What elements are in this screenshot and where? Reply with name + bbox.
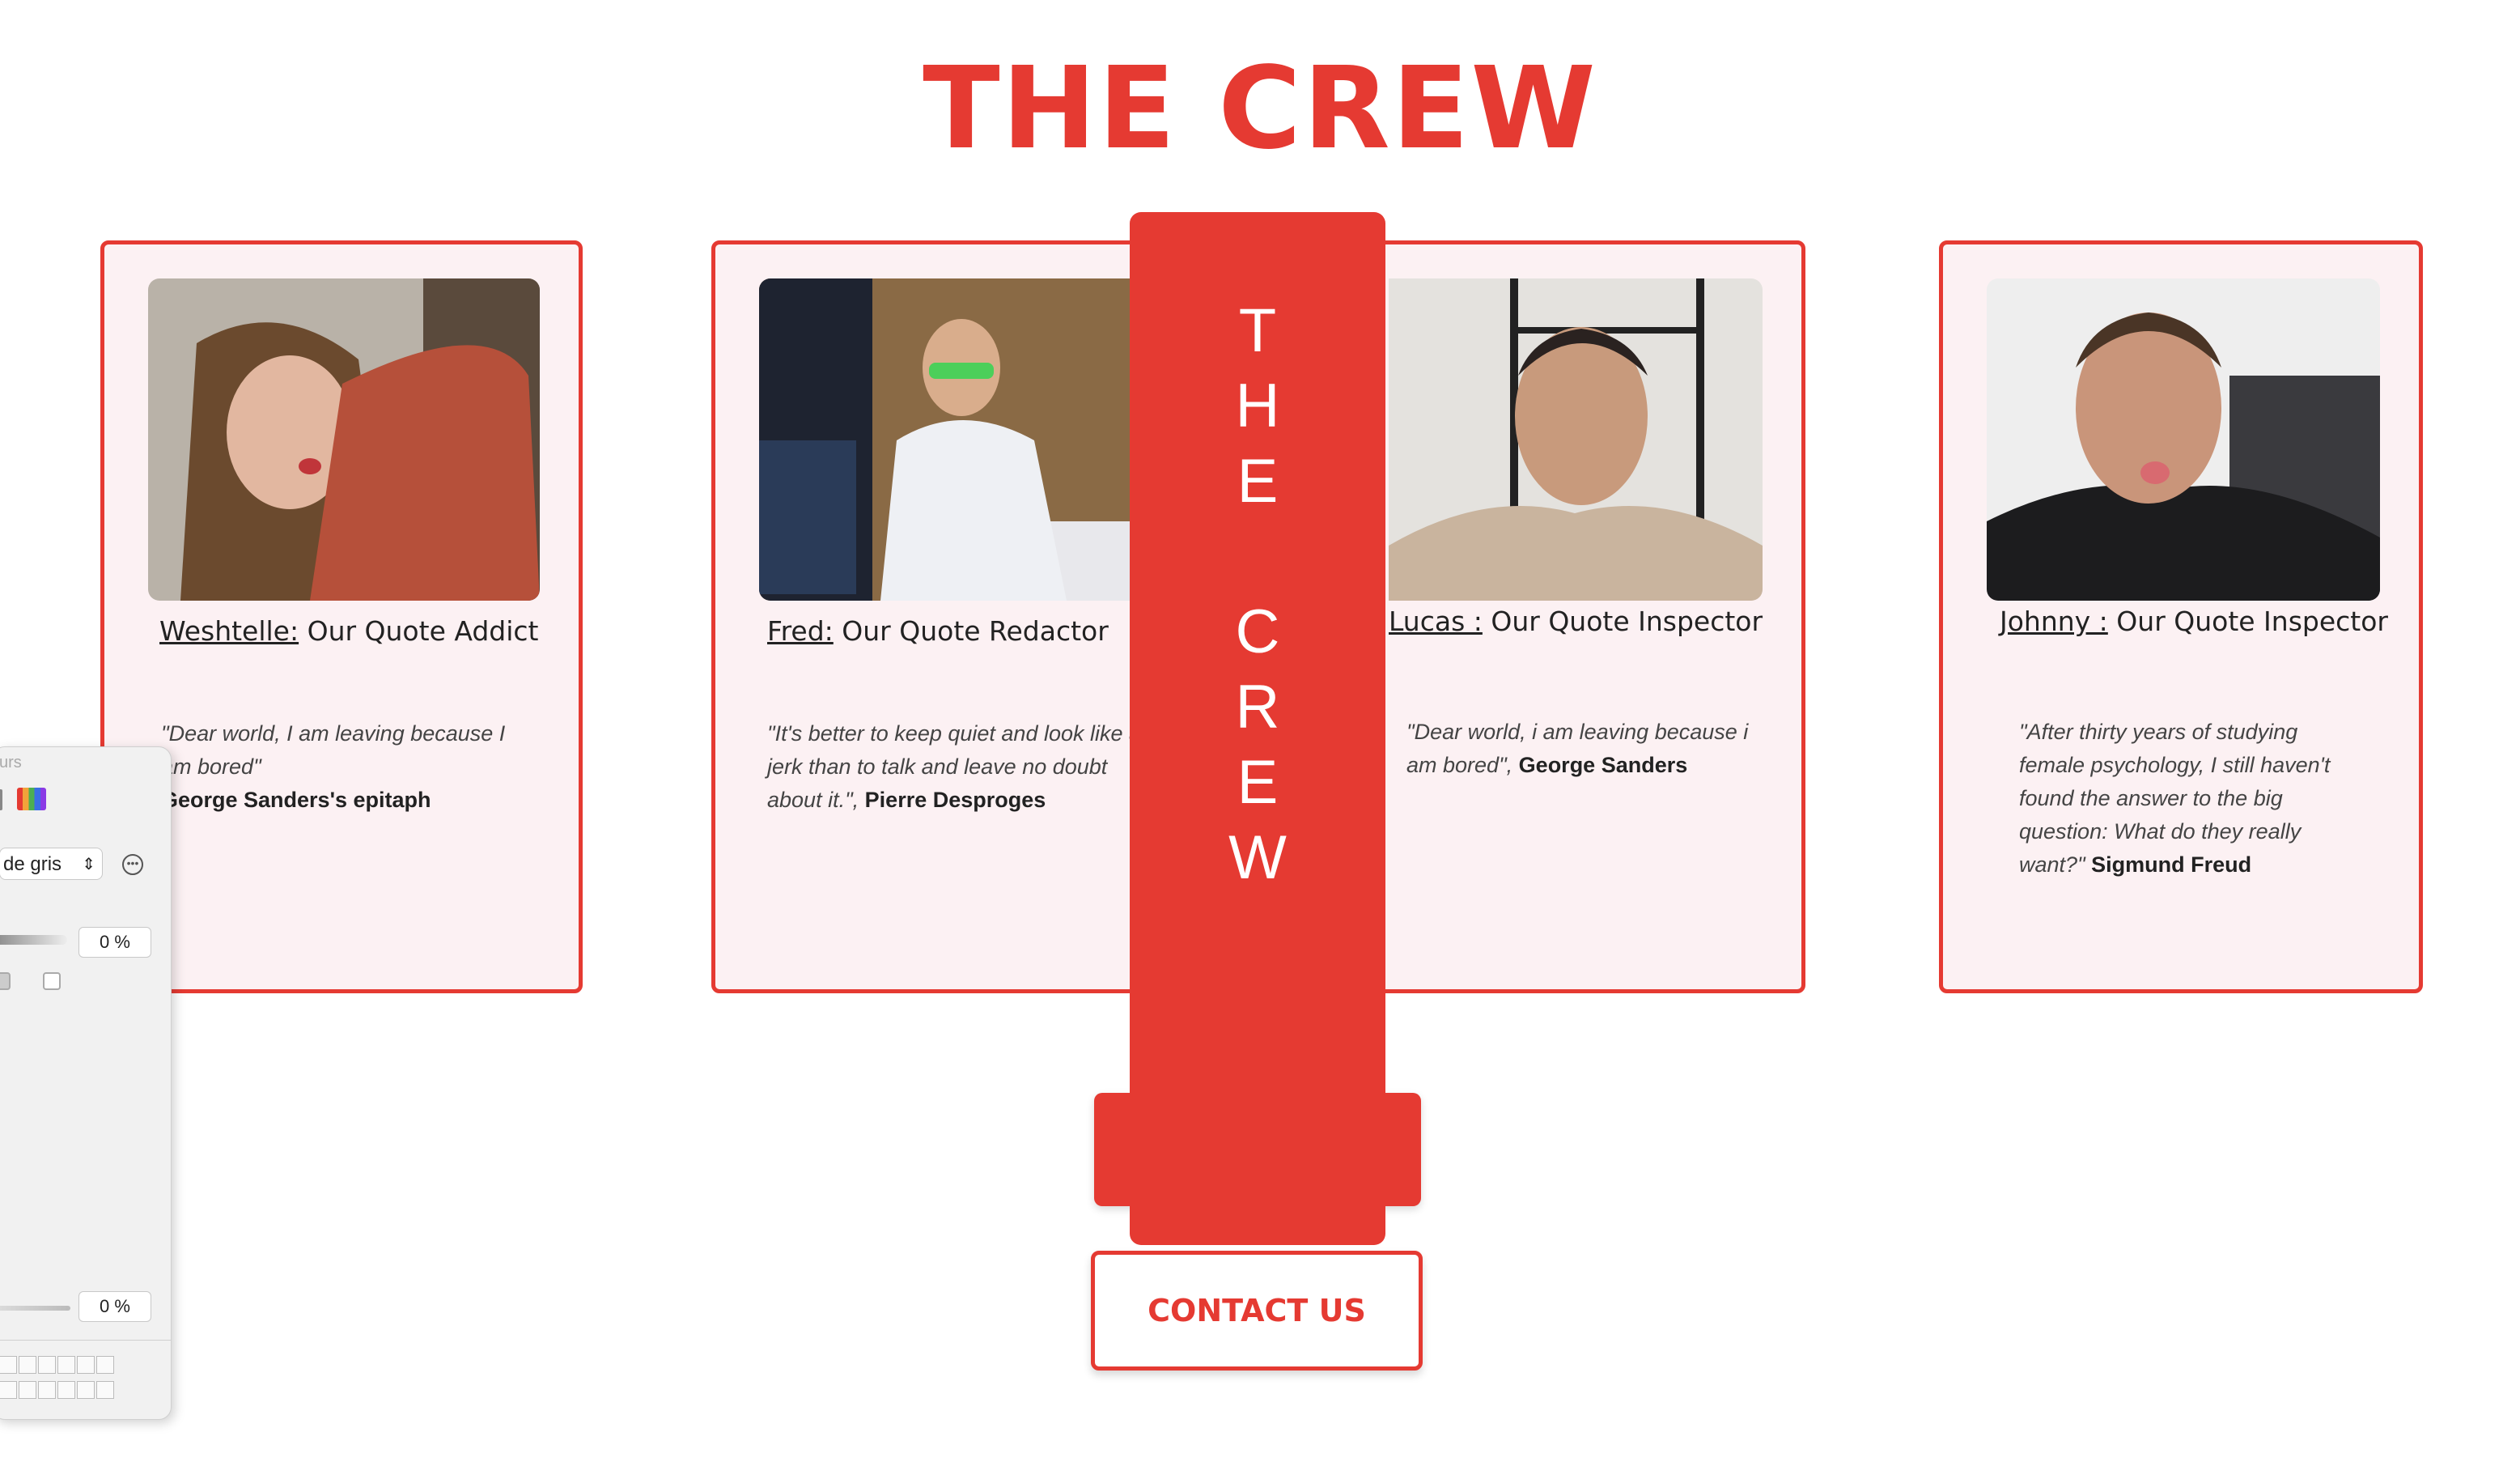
opacity-checkbox[interactable] — [43, 972, 61, 990]
crew-photo-weshtelle — [148, 278, 540, 601]
crew-photo-lucas — [1389, 278, 1763, 601]
crew-quote-johnny: "After thirty years of studying female p… — [2019, 716, 2359, 882]
swatch[interactable] — [57, 1381, 75, 1399]
gray-slider[interactable] — [0, 935, 67, 945]
opacity-value-field[interactable]: 0 % — [78, 1291, 151, 1322]
crew-name-link[interactable]: Weshtelle: — [159, 615, 299, 647]
crew-name-johnny: Johnny : Our Quote Inspector — [2000, 606, 2388, 637]
crew-card-johnny: Johnny : Our Quote Inspector "After thir… — [1939, 240, 2423, 993]
banner-letter: W — [1228, 823, 1287, 892]
crew-photo-fred — [759, 278, 1151, 601]
crew-role: Our Quote Redactor — [833, 615, 1109, 647]
crew-role: Our Quote Inspector — [1482, 606, 1763, 637]
swatch[interactable] — [57, 1356, 75, 1374]
crew-role: Our Quote Inspector — [2107, 606, 2388, 637]
crew-name-link[interactable]: Lucas : — [1389, 606, 1483, 637]
crew-photo-johnny — [1987, 278, 2380, 601]
crew-name-link[interactable]: Fred: — [767, 615, 834, 647]
crew-name-link[interactable]: Johnny : — [2000, 606, 2108, 637]
color-mode-value: de gris — [3, 853, 62, 875]
banner-letter: E — [1237, 748, 1279, 817]
chevron-updown-icon: ⇕ — [82, 856, 95, 873]
banner-letter: E — [1237, 447, 1279, 516]
banner-text: T H E C R E W — [1130, 293, 1385, 895]
crew-name-weshtelle: Weshtelle: Our Quote Addict — [159, 615, 539, 647]
page-title: THE CREW — [923, 43, 1597, 175]
crew-role: Our Quote Addict — [299, 615, 539, 647]
gray-value-field[interactable]: 0 % — [78, 927, 151, 958]
crew-name-lucas: Lucas : Our Quote Inspector — [1389, 606, 1763, 637]
swatch[interactable] — [38, 1381, 56, 1399]
swatch[interactable] — [38, 1356, 56, 1374]
panel-divider — [0, 1340, 171, 1341]
opacity-slider[interactable] — [0, 1306, 70, 1311]
swatch-checkbox[interactable] — [0, 972, 11, 990]
crew-quote-weshtelle: "Dear world, I am leaving because I am b… — [161, 717, 525, 817]
swatch[interactable] — [77, 1356, 95, 1374]
color-palettes-icon[interactable] — [17, 788, 46, 810]
crew-card-weshtelle: Weshtelle: Our Quote Addict "Dear world,… — [100, 240, 583, 993]
swatch[interactable] — [96, 1381, 114, 1399]
swatch[interactable] — [0, 1381, 17, 1399]
banner-letter: H — [1235, 372, 1280, 440]
banner-letter: T — [1238, 296, 1277, 365]
crew-quote-fred: "It's better to keep quiet and look like… — [767, 717, 1148, 817]
swatch[interactable] — [0, 1356, 17, 1374]
color-mode-select[interactable]: de gris ⇕ — [0, 848, 103, 880]
quote-author: George Sanders's epitaph — [161, 788, 431, 812]
contact-us-button[interactable]: CONTACT US — [1091, 1251, 1423, 1371]
panel-header-label: urs — [0, 754, 22, 771]
banner-letter: R — [1235, 673, 1280, 742]
quote-author: George Sanders — [1518, 753, 1688, 777]
quote-author: Pierre Desproges — [864, 788, 1046, 812]
sliders-icon[interactable] — [0, 789, 2, 810]
crew-name-fred: Fred: Our Quote Redactor — [767, 615, 1109, 647]
color-swatch-grid — [0, 1356, 116, 1406]
swatch[interactable] — [19, 1356, 36, 1374]
quote-text: "Dear world, I am leaving because I am b… — [161, 721, 506, 779]
swatch[interactable] — [77, 1381, 95, 1399]
banner-letter-spacer — [1130, 519, 1385, 594]
banner-letter: C — [1235, 597, 1280, 666]
swatch[interactable] — [96, 1356, 114, 1374]
crew-quote-lucas: "Dear world, i am leaving because i am b… — [1406, 716, 1771, 782]
quote-author: Sigmund Freud — [2091, 852, 2252, 877]
more-options-icon[interactable]: ••• — [122, 854, 143, 875]
color-picker-panel: urs de gris ⇕ ••• 0 % 0 % — [0, 746, 172, 1420]
vertical-title-banner: T H E C R E W — [1130, 212, 1385, 1245]
swatch[interactable] — [19, 1381, 36, 1399]
